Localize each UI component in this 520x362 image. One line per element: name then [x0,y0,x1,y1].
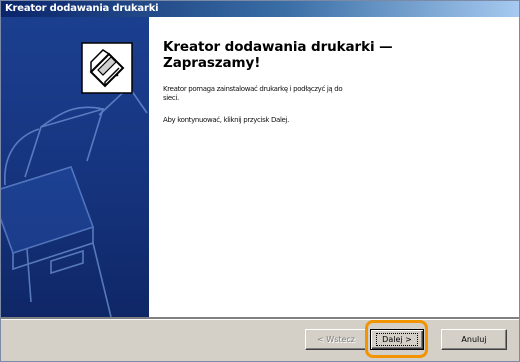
button-divider [1,317,519,320]
heading-line-1: Kreator dodawania drukarki — [163,39,393,55]
wizard-heading: Kreator dodawania drukarki — Zapraszamy! [163,39,503,71]
printer-icon [81,42,133,94]
window-title: Kreator dodawania drukarki [5,3,159,14]
back-button[interactable]: < Wstecz [305,329,367,350]
instruction-text: Aby kontynuować, kliknij przycisk Dalej. [163,116,289,124]
title-bar[interactable]: Kreator dodawania drukarki [1,1,519,17]
wizard-window: Kreator dodawania drukarki Kreator dodaw… [0,0,520,362]
intro-line-2: sieci. [163,94,179,102]
next-button-highlight [365,320,428,358]
wizard-content: Kreator dodawania drukarki — Zapraszamy!… [1,17,519,317]
heading-line-2: Zapraszamy! [163,55,261,71]
intro-line-1: Kreator pomaga zainstalować drukarkę i p… [163,85,343,93]
wizard-side-panel [1,17,149,317]
intro-text: Kreator pomaga zainstalować drukarkę i p… [163,85,503,103]
cancel-button[interactable]: Anuluj [441,329,507,350]
wizard-text-area: Kreator dodawania drukarki — Zapraszamy!… [163,39,503,125]
